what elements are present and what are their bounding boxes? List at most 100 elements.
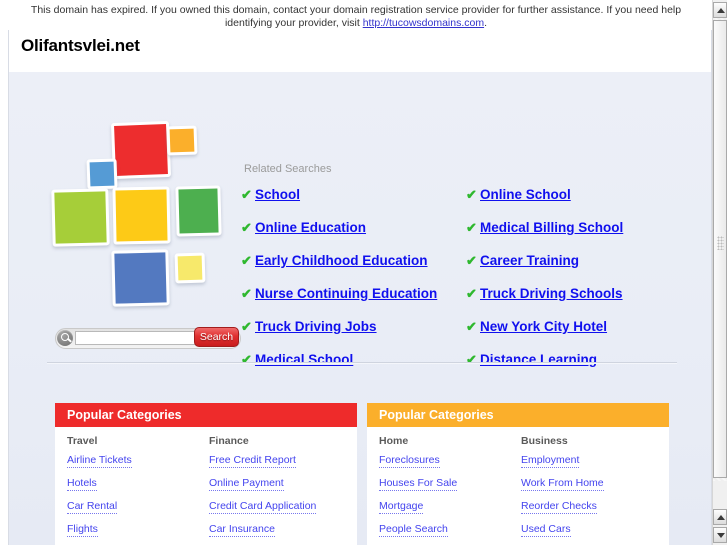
- scrollbar-grip-icon: [717, 236, 724, 250]
- related-link-row: ✔ Online Education: [241, 218, 466, 251]
- related-link[interactable]: Distance Learning: [480, 352, 597, 367]
- category-link[interactable]: Employment: [521, 454, 580, 468]
- related-link[interactable]: Online School: [480, 187, 571, 202]
- notice-text-after: .: [484, 17, 488, 29]
- tucowsdomains-link[interactable]: http://tucowsdomains.com: [363, 17, 484, 29]
- check-icon: ✔: [466, 286, 477, 301]
- scroll-down-button[interactable]: [713, 527, 727, 543]
- category-title: Finance: [209, 435, 249, 447]
- category-column-home: Home Foreclosures Houses For Sale Mortga…: [379, 435, 521, 545]
- category-link[interactable]: Houses For Sale: [379, 477, 458, 491]
- related-searches-heading: Related Searches: [244, 163, 332, 175]
- category-link[interactable]: Reorder Checks: [521, 500, 597, 514]
- category-link[interactable]: Car Insurance: [209, 523, 275, 537]
- orange-square: [166, 125, 198, 156]
- related-link-row: ✔ Nurse Continuing Education: [241, 284, 466, 317]
- related-link-row: ✔ Early Childhood Education: [241, 251, 466, 284]
- related-link[interactable]: Online Education: [255, 220, 366, 235]
- related-searches-list: ✔ School ✔ Online Education ✔ Early Childho…: [241, 185, 701, 383]
- related-link[interactable]: Medical Billing School: [480, 220, 623, 235]
- category-link[interactable]: People Search: [379, 523, 448, 537]
- check-icon: ✔: [241, 253, 252, 268]
- panel-body: Travel Airline Tickets Hotels Car Rental…: [55, 427, 357, 545]
- related-link[interactable]: Medical School: [255, 352, 353, 367]
- popular-categories-panel-left: Popular Categories Travel Airline Ticket…: [55, 403, 357, 545]
- magnifier-icon: [57, 330, 73, 346]
- category-column-business: Business Employment Work From Home Reord…: [521, 435, 663, 545]
- category-link[interactable]: Foreclosures: [379, 454, 440, 468]
- related-link-row: ✔ Medical School: [241, 350, 466, 383]
- category-link[interactable]: Work From Home: [521, 477, 604, 491]
- search-button[interactable]: Search: [194, 327, 239, 347]
- related-link[interactable]: New York City Hotel: [480, 319, 607, 334]
- related-link[interactable]: School: [255, 187, 300, 202]
- related-link[interactable]: Early Childhood Education: [255, 253, 428, 268]
- check-icon: ✔: [466, 220, 477, 235]
- check-icon: ✔: [241, 220, 252, 235]
- notice-text-before: This domain has expired. If you owned th…: [30, 4, 682, 29]
- category-title: Home: [379, 435, 409, 447]
- panel-body: Home Foreclosures Houses For Sale Mortga…: [367, 427, 669, 545]
- category-title: Travel: [67, 435, 98, 447]
- content-area: Search Related Searches ✔ School ✔ Online …: [9, 72, 711, 545]
- related-link-row: ✔ New York City Hotel: [466, 317, 696, 350]
- related-link-row: ✔ Online School: [466, 185, 696, 218]
- site-logo: [45, 120, 230, 317]
- domain-expiry-notice: This domain has expired. If you owned th…: [0, 0, 712, 30]
- related-link-row: ✔ Distance Learning: [466, 350, 696, 383]
- check-icon: ✔: [241, 187, 252, 202]
- scrollbar-thumb[interactable]: [713, 20, 727, 478]
- scroll-up-button-bottom[interactable]: [713, 509, 727, 525]
- parked-domain-card: Olifantsvlei.net Search Related Searches…: [8, 30, 712, 545]
- page-title: Olifantsvlei.net: [21, 36, 140, 55]
- related-link[interactable]: Career Training: [480, 253, 579, 268]
- triangle-up-icon: [717, 8, 725, 13]
- category-link[interactable]: Online Payment: [209, 477, 284, 491]
- light-blue-square: [86, 158, 118, 190]
- category-link[interactable]: Mortgage: [379, 500, 424, 514]
- section-divider: [47, 362, 677, 364]
- panel-header: Popular Categories: [55, 403, 357, 427]
- related-link[interactable]: Truck Driving Schools: [480, 286, 623, 301]
- check-icon: ✔: [466, 352, 477, 367]
- triangle-up-icon: [717, 515, 725, 520]
- light-green-square: [51, 188, 110, 247]
- related-link-row: ✔ Medical Billing School: [466, 218, 696, 251]
- check-icon: ✔: [466, 187, 477, 202]
- category-link[interactable]: Credit Card Application: [209, 500, 317, 514]
- category-link[interactable]: Used Cars: [521, 523, 571, 537]
- category-link[interactable]: Hotels: [67, 477, 97, 491]
- check-icon: ✔: [241, 319, 252, 334]
- search-bar: Search: [55, 327, 241, 350]
- yellow-square: [112, 186, 171, 245]
- popular-categories-panels: Popular Categories Travel Airline Ticket…: [55, 403, 675, 545]
- related-link[interactable]: Truck Driving Jobs: [255, 319, 377, 334]
- related-link[interactable]: Nurse Continuing Education: [255, 286, 437, 301]
- vertical-scrollbar[interactable]: [712, 0, 727, 545]
- related-link-row: ✔ Truck Driving Jobs: [241, 317, 466, 350]
- related-link-row: ✔ School: [241, 185, 466, 218]
- related-link-row: ✔ Truck Driving Schools: [466, 284, 696, 317]
- category-link[interactable]: Car Rental: [67, 500, 118, 514]
- category-link[interactable]: Airline Tickets: [67, 454, 132, 468]
- category-link[interactable]: Free Credit Report: [209, 454, 296, 468]
- panel-header: Popular Categories: [367, 403, 669, 427]
- popular-categories-panel-right: Popular Categories Home Foreclosures Hou…: [367, 403, 669, 545]
- check-icon: ✔: [466, 253, 477, 268]
- category-link[interactable]: Flights: [67, 523, 98, 537]
- dark-blue-square: [111, 249, 170, 307]
- check-icon: ✔: [466, 319, 477, 334]
- page-root: This domain has expired. If you owned th…: [0, 0, 727, 545]
- pale-yellow-square: [174, 252, 206, 284]
- scroll-up-button[interactable]: [713, 2, 727, 18]
- title-zone: Olifantsvlei.net: [9, 30, 711, 72]
- related-links-column-left: ✔ School ✔ Online Education ✔ Early Childho…: [241, 185, 466, 383]
- related-links-column-right: ✔ Online School ✔ Medical Billing School ✔…: [466, 185, 696, 383]
- related-link-row: ✔ Career Training: [466, 251, 696, 284]
- green-square: [175, 185, 222, 237]
- check-icon: ✔: [241, 352, 252, 367]
- red-square: [110, 120, 172, 180]
- check-icon: ✔: [241, 286, 252, 301]
- category-column-travel: Travel Airline Tickets Hotels Car Rental…: [67, 435, 209, 545]
- category-column-finance: Finance Free Credit Report Online Paymen…: [209, 435, 351, 545]
